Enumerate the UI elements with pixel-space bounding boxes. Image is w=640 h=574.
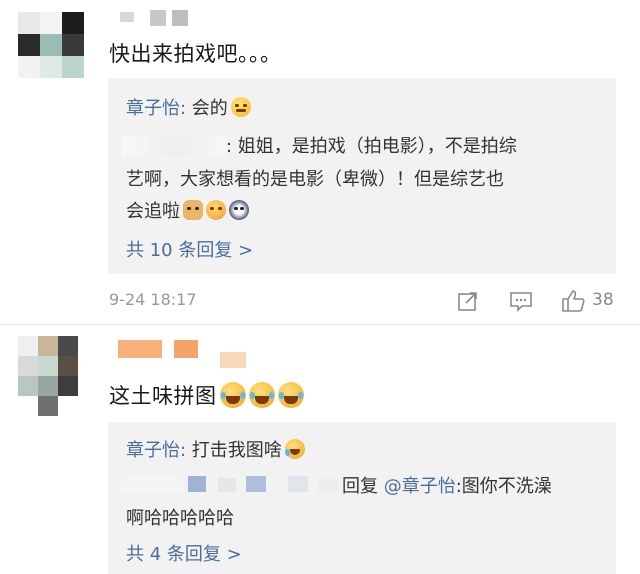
share-icon[interactable] [457,290,479,312]
username-blurred[interactable] [110,8,220,26]
avatar[interactable] [18,12,84,78]
reply-text: 会的 [191,98,228,119]
avatar[interactable] [18,336,80,418]
comment-text: 这土味拼图 [109,380,304,410]
reply-box[interactable]: 章子怡: 会的 : 姐姐，是拍戏（拍电影），不是拍综 艺啊，大家想看的是电影（卑… [108,78,616,274]
laugh-cry-emoji-icon [219,382,246,408]
comment-text-content: 这土味拼图 [109,384,217,408]
laugh-cry-emoji-icon [248,382,275,408]
reply-item: 章子怡: 打击我图啥 [126,436,305,462]
husky-emoji-icon [229,200,249,220]
more-replies-link[interactable]: 共 10 条回复 > [126,236,253,262]
comment-icon[interactable] [509,290,533,312]
like-count: 38 [592,290,614,310]
thumbs-up-icon[interactable] [560,288,586,314]
reply-username[interactable]: 章子怡 [126,440,180,461]
reply-text-line1: : 姐姐，是拍戏（拍电影），不是拍综 [226,136,517,157]
more-replies-link[interactable]: 共 4 条回复 > [126,540,242,566]
reply-username[interactable]: 章子怡 [126,98,180,119]
kiss-emoji-icon [206,200,226,220]
username-blurred[interactable] [122,474,342,494]
comment-text: 快出来拍戏吧。。。 [109,42,282,66]
reply-text-line2: 啊哈哈哈哈哈 [126,508,234,529]
comment-item: 快出来拍戏吧。。。 章子怡: 会的 : 姐姐，是拍戏（拍电影），不是拍综 艺啊，… [0,0,640,322]
reply-item: : 姐姐，是拍戏（拍电影），不是拍综 [226,132,517,158]
timestamp: 9-24 18:17 [109,290,197,309]
divider [0,324,640,325]
reply-text-line2: 艺啊，大家想看的是电影（卑微）！但是综艺也 [126,169,504,190]
reply-text: :图你不洗澡 [455,476,552,497]
reply-text-line3-wrap: 会追啦 [126,197,249,223]
username-blurred[interactable] [122,136,226,156]
doge-emoji-icon [183,200,203,220]
username-blurred[interactable] [110,336,260,368]
reply-text-line3: 会追啦 [126,201,180,222]
reply-item: 回复 @章子怡:图你不洗澡 [342,472,552,498]
reply-word: 回复 [342,476,384,497]
reply-box[interactable]: 章子怡: 打击我图啥 回复 @章子怡:图你不洗澡 啊哈哈哈哈哈 共 4 条回复 … [108,422,616,574]
comment-item: 这土味拼图 章子怡: 打击我图啥 回复 @章子怡:图你不洗澡 啊哈哈哈哈哈 共 … [0,330,640,574]
reply-item: 章子怡: 会的 [126,94,251,120]
smirk-emoji-icon [230,97,251,117]
laugh-cry-emoji-icon [277,382,304,408]
laugh-cry-emoji-icon [284,439,305,459]
mention-link[interactable]: @章子怡 [384,476,456,497]
reply-text: 打击我图啥 [191,440,282,461]
